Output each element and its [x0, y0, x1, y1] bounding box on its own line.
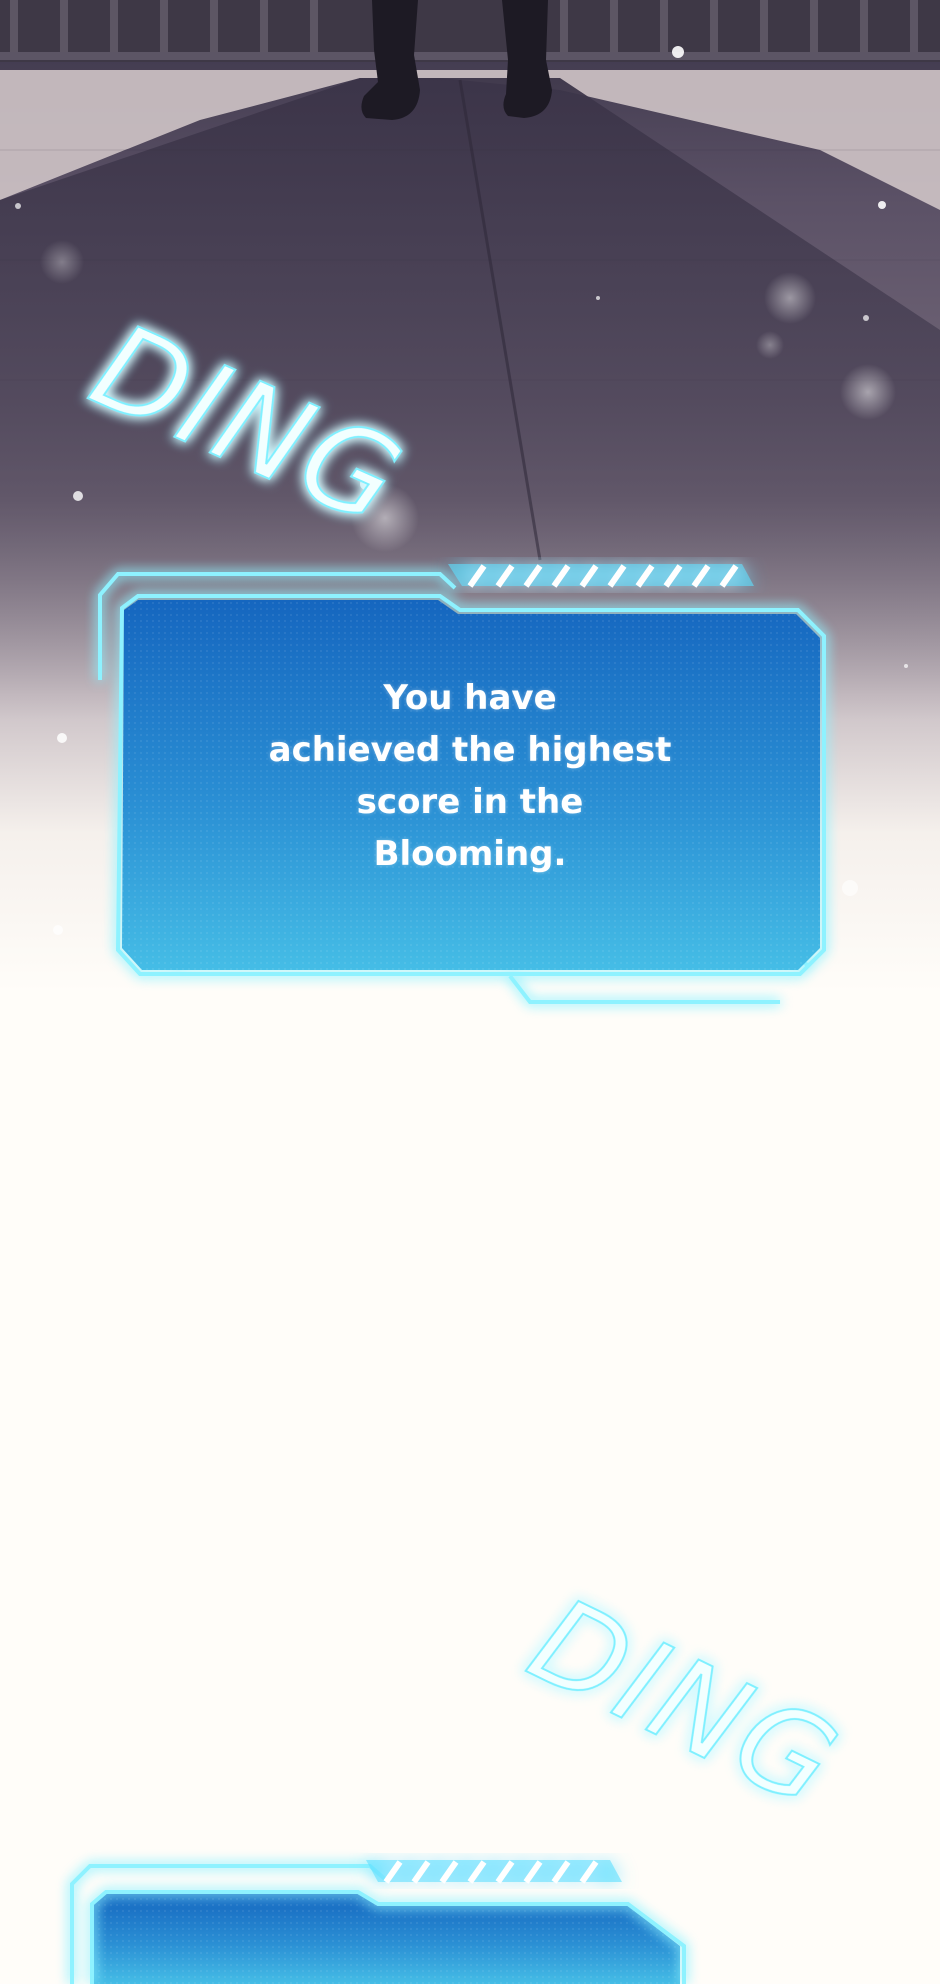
- system-message-text: You have achieved the highest score in t…: [250, 672, 690, 880]
- window-top-stripe: [448, 564, 754, 588]
- crowd-railing: [0, 0, 940, 62]
- message-line-1: You have: [383, 678, 557, 718]
- message-line-3: score in the: [356, 782, 584, 822]
- message-line-4: Blooming.: [373, 834, 567, 874]
- webtoon-panel-scene: DING DING: [0, 0, 940, 1984]
- window-2-top-stripe: [366, 1860, 622, 1884]
- message-line-2: achieved the highest: [268, 730, 672, 770]
